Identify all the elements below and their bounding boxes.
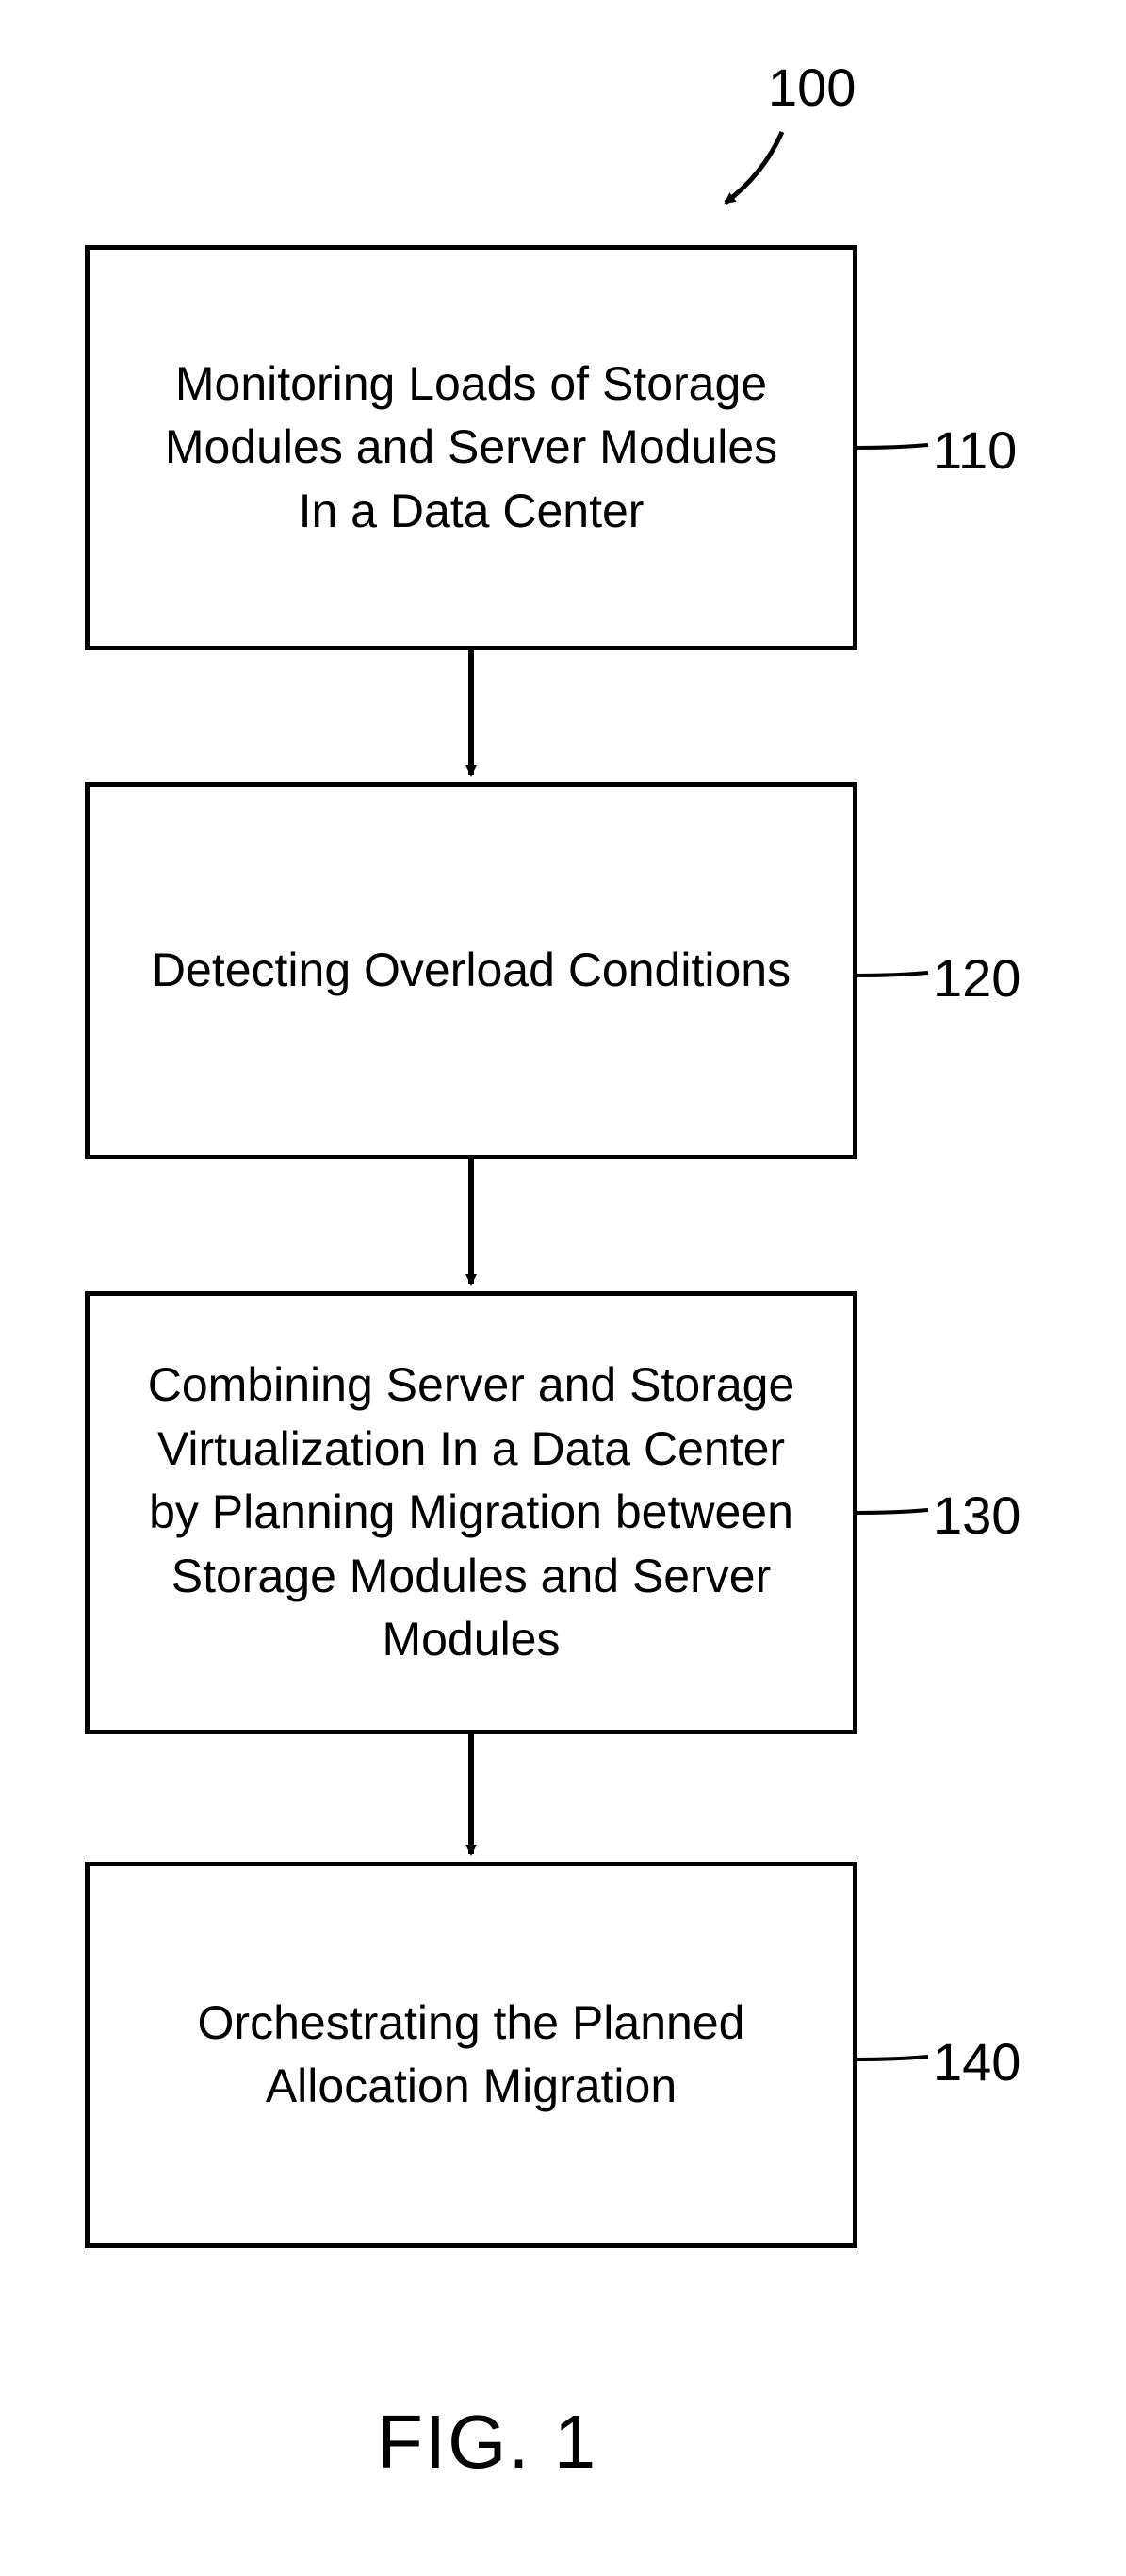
leader-line-120	[857, 973, 928, 976]
flow-box-110: Monitoring Loads of Storage Modules and …	[85, 245, 857, 650]
leader-line-130	[857, 1510, 928, 1513]
leader-line-140	[857, 2057, 928, 2059]
leader-line-110	[857, 445, 928, 448]
flow-box-120-text: Detecting Overload Conditions	[152, 939, 791, 1003]
flow-box-110-text: Monitoring Loads of Storage Modules and …	[146, 353, 796, 544]
figure-caption: FIG. 1	[377, 2399, 597, 2486]
flow-box-140-text: Orchestrating the Planned Allocation Mig…	[146, 1992, 796, 2119]
reference-label-140: 140	[933, 2031, 1020, 2092]
reference-label-130: 130	[933, 1485, 1020, 1546]
reference-label-110: 110	[933, 419, 1017, 481]
flow-box-140: Orchestrating the Planned Allocation Mig…	[85, 1862, 857, 2248]
flow-box-130: Combining Server and Storage Virtualizat…	[85, 1291, 857, 1734]
reference-label-main: 100	[768, 57, 856, 118]
reference-label-120: 120	[933, 947, 1020, 1009]
flow-box-130-text: Combining Server and Storage Virtualizat…	[146, 1354, 796, 1672]
figure-page: 100 Monitoring Loads of Storage Modules …	[0, 0, 1126, 2576]
flow-box-120: Detecting Overload Conditions	[85, 782, 857, 1159]
leader-arrow-100	[726, 132, 782, 203]
